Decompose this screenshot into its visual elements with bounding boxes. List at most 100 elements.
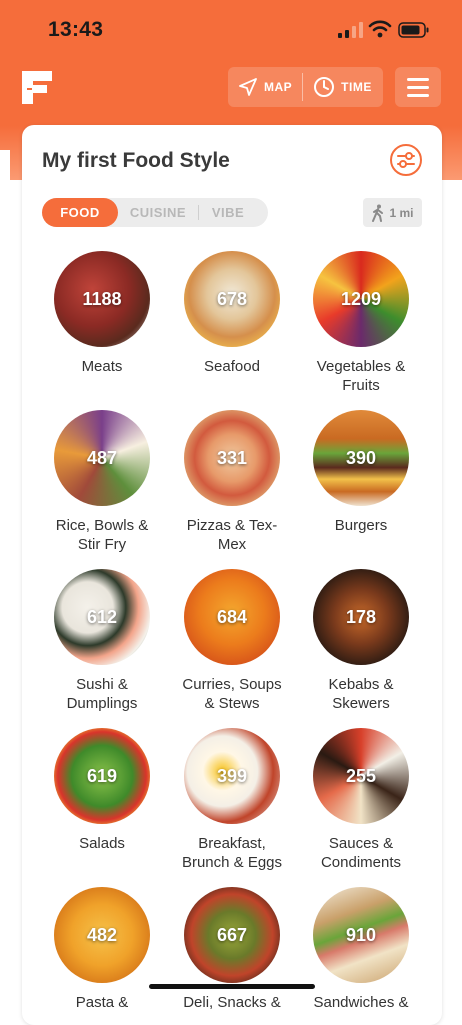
deli-photo: 667 xyxy=(184,887,280,983)
walking-person-icon xyxy=(372,204,384,222)
label-line2: & Stews xyxy=(204,695,260,712)
category-count: 482 xyxy=(86,924,118,945)
category-sushi[interactable]: 612 Sushi & Dumplings xyxy=(37,569,167,713)
category-meats[interactable]: 1188 Meats xyxy=(37,251,167,376)
label-line2: Stir Fry xyxy=(77,536,127,553)
label-line2: Skewers xyxy=(332,695,390,712)
label-line2: Fruits xyxy=(342,377,380,394)
category-count: 678 xyxy=(216,288,248,309)
map-button[interactable]: MAP xyxy=(228,67,302,107)
status-time: 13:43 xyxy=(48,18,104,41)
hamburger-menu-icon xyxy=(407,77,429,81)
rice-bowl-photo: 487 xyxy=(54,410,150,506)
label-line1: Seafood xyxy=(204,358,260,375)
category-label: Pizzas & Tex- Mex xyxy=(167,516,297,554)
map-time-toggle: MAP TIME xyxy=(228,67,383,107)
label-line1: Salads xyxy=(79,835,125,852)
label-line1: Sushi & xyxy=(76,676,128,693)
sauces-photo: 255 xyxy=(313,728,409,824)
category-count: 399 xyxy=(216,765,248,786)
distance-filter[interactable]: 1 mi xyxy=(363,198,422,227)
category-kebabs[interactable]: 178 Kebabs & Skewers xyxy=(296,569,426,713)
category-rice-bowls[interactable]: 487 Rice, Bowls & Stir Fry xyxy=(37,410,167,554)
category-count: 178 xyxy=(345,606,377,627)
hamburger-menu-button[interactable] xyxy=(395,67,441,107)
category-count: 910 xyxy=(345,924,377,945)
category-sauces[interactable]: 255 Sauces & Condiments xyxy=(296,728,426,872)
navigation-arrow-icon xyxy=(239,78,257,96)
time-button[interactable]: TIME xyxy=(303,67,382,107)
category-count: 684 xyxy=(216,606,248,627)
category-pizzas[interactable]: 331 Pizzas & Tex- Mex xyxy=(167,410,297,554)
sandwich-photo: 910 xyxy=(313,887,409,983)
label-line1: Sandwiches & xyxy=(313,994,409,1011)
category-count: 487 xyxy=(86,447,118,468)
label-line1: Pasta & xyxy=(75,994,129,1011)
label-line1: Meats xyxy=(81,358,123,375)
category-tabs: FOOD CUISINE VIBE xyxy=(42,198,268,227)
map-label: MAP xyxy=(264,80,293,94)
category-pasta[interactable]: 482 Pasta & xyxy=(37,887,167,1012)
logo-icon[interactable] xyxy=(22,71,52,104)
category-count: 331 xyxy=(216,447,248,468)
category-sandwiches[interactable]: 910 Sandwiches & xyxy=(296,887,426,1012)
battery-icon xyxy=(398,22,429,38)
label-line1: Burgers xyxy=(334,517,388,534)
category-salads[interactable]: 619 Salads xyxy=(37,728,167,853)
category-count: 255 xyxy=(345,765,377,786)
meats-photo: 1188 xyxy=(54,251,150,347)
status-bar: 13:43 xyxy=(0,0,462,60)
label-line1: Rice, Bowls & xyxy=(55,517,149,534)
filter-settings-button[interactable] xyxy=(390,144,422,176)
hamburger-line xyxy=(407,93,429,97)
salad-photo: 619 xyxy=(54,728,150,824)
home-indicator[interactable] xyxy=(149,984,315,989)
category-label: Vegetables & Fruits xyxy=(296,357,426,395)
label-line2: Brunch & Eggs xyxy=(181,854,283,871)
pizza-photo: 331 xyxy=(184,410,280,506)
category-count: 1209 xyxy=(340,288,382,309)
time-label: TIME xyxy=(341,80,372,94)
category-vegetables-fruits[interactable]: 1209 Vegetables & Fruits xyxy=(296,251,426,395)
category-label: Sauces & Condiments xyxy=(296,834,426,872)
category-label: Curries, Soups & Stews xyxy=(167,675,297,713)
category-label: Meats xyxy=(37,357,167,376)
label-line1: Vegetables & xyxy=(316,358,406,375)
category-count: 390 xyxy=(345,447,377,468)
category-label: Sandwiches & xyxy=(296,993,426,1012)
category-label: Sushi & Dumplings xyxy=(37,675,167,713)
burger-photo: 390 xyxy=(313,410,409,506)
category-label: Pasta & xyxy=(37,993,167,1012)
breakfast-photo: 399 xyxy=(184,728,280,824)
label-line2: Dumplings xyxy=(66,695,138,712)
curry-photo: 684 xyxy=(184,569,280,665)
category-label: Kebabs & Skewers xyxy=(296,675,426,713)
category-label: Breakfast, Brunch & Eggs xyxy=(167,834,297,872)
category-count: 1188 xyxy=(82,288,122,309)
category-burgers[interactable]: 390 Burgers xyxy=(296,410,426,535)
category-breakfast[interactable]: 399 Breakfast, Brunch & Eggs xyxy=(167,728,297,872)
tab-cuisine[interactable]: CUISINE xyxy=(118,198,198,227)
pasta-photo: 482 xyxy=(54,887,150,983)
tab-vibe[interactable]: VIBE xyxy=(199,198,257,227)
category-count: 612 xyxy=(86,606,118,627)
category-seafood[interactable]: 678 Seafood xyxy=(167,251,297,376)
category-label: Burgers xyxy=(296,516,426,535)
category-deli-snacks[interactable]: 667 Deli, Snacks & xyxy=(167,887,297,1012)
category-curries[interactable]: 684 Curries, Soups & Stews xyxy=(167,569,297,713)
label-line1: Curries, Soups xyxy=(182,676,282,693)
app-header: MAP TIME xyxy=(0,62,462,112)
distance-value: 1 mi xyxy=(389,205,414,220)
category-label: Seafood xyxy=(167,357,297,376)
label-line1: Deli, Snacks & xyxy=(183,994,281,1011)
sliders-icon xyxy=(397,152,415,168)
tab-food[interactable]: FOOD xyxy=(42,198,118,227)
label-line1: Kebabs & xyxy=(328,676,394,693)
seafood-photo: 678 xyxy=(184,251,280,347)
food-style-card: My first Food Style FOOD CUISINE VIBE 1 … xyxy=(22,125,442,1025)
category-label: Salads xyxy=(37,834,167,853)
page-title: My first Food Style xyxy=(42,149,230,172)
category-count: 667 xyxy=(216,924,248,945)
label-line1: Breakfast, xyxy=(198,835,266,852)
hamburger-line xyxy=(407,85,429,89)
